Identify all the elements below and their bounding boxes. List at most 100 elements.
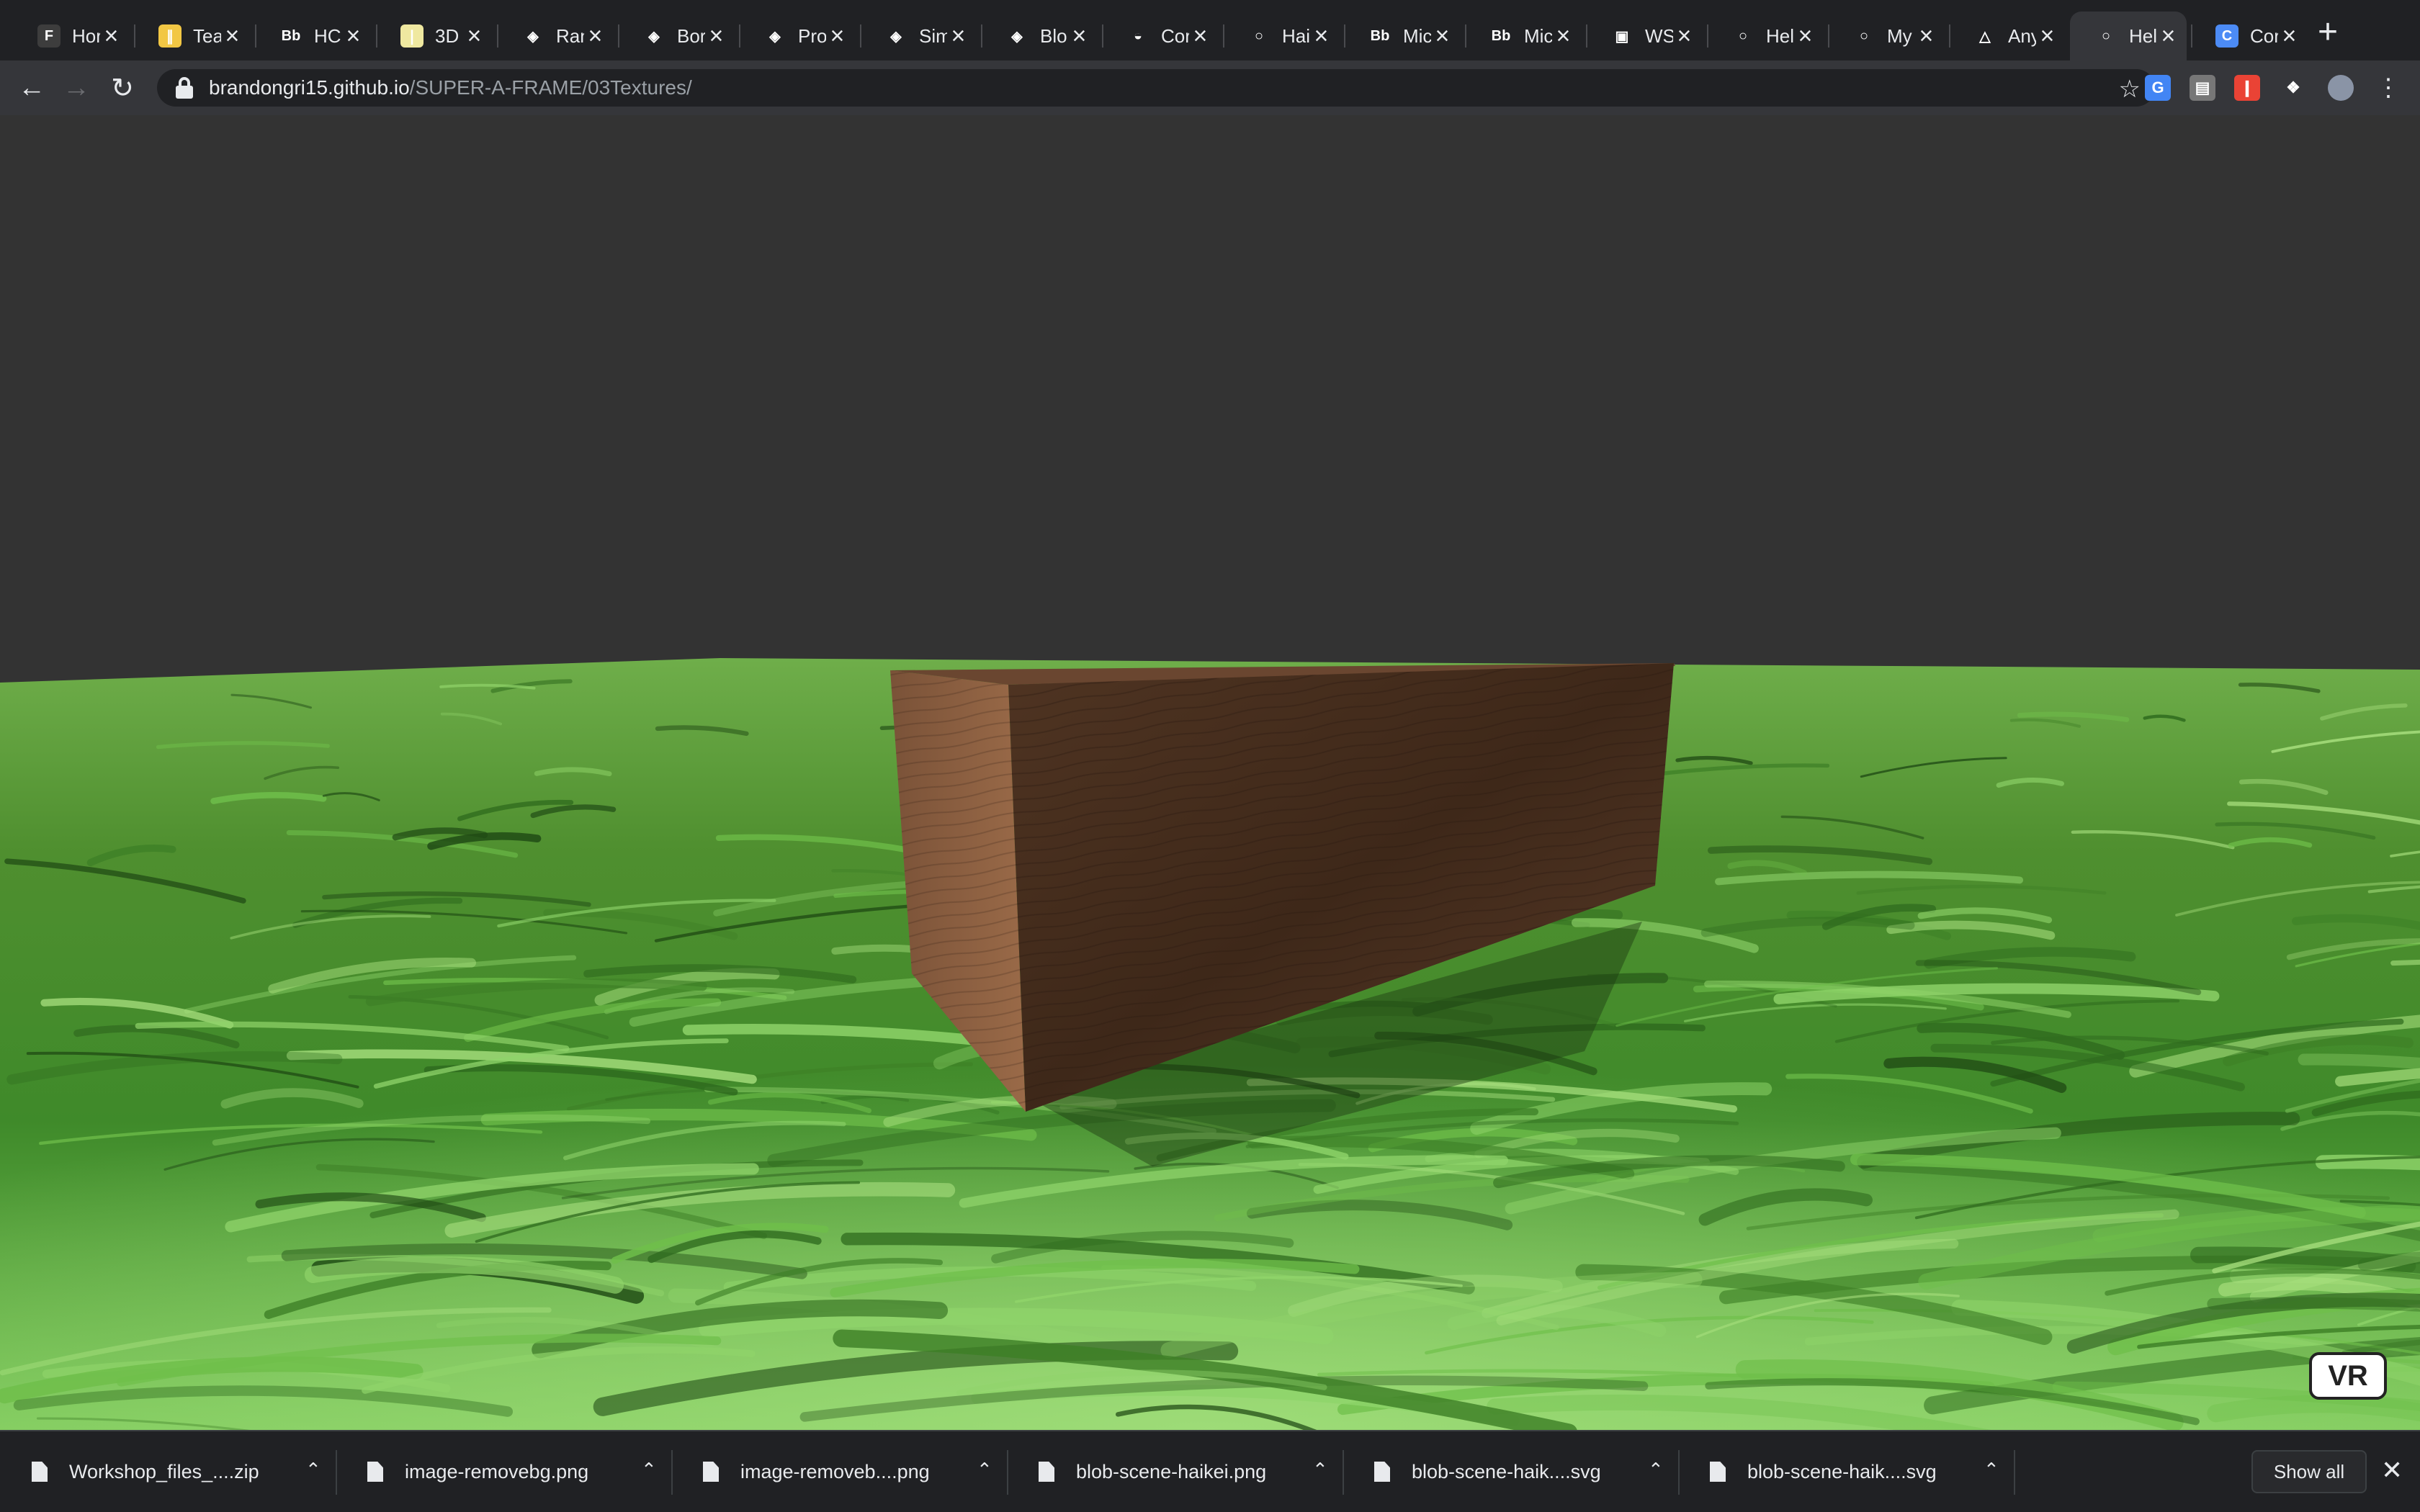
- tab-18[interactable]: C Cor ×: [2191, 12, 2308, 60]
- miro-icon: ∥: [158, 24, 182, 48]
- tab-13[interactable]: ▣ WS ×: [1586, 12, 1703, 60]
- download-filename: blob-scene-haikei.png: [1076, 1460, 1267, 1482]
- tab-close-icon[interactable]: ×: [1431, 24, 1453, 48]
- tab-16[interactable]: △ Any ×: [1949, 12, 2066, 60]
- tab-7[interactable]: ◈ Sim ×: [860, 12, 977, 60]
- tab-4[interactable]: ◈ Ran×: [497, 12, 614, 60]
- scene-canvas[interactable]: [0, 115, 2420, 1430]
- tab-close-icon[interactable]: ×: [342, 24, 364, 48]
- tab-title: Sim: [919, 24, 947, 47]
- tab-9[interactable]: ◒ Cor ×: [1102, 12, 1219, 60]
- vr-mode-button[interactable]: VR: [2309, 1352, 2387, 1400]
- file-icon: [1710, 1462, 1726, 1482]
- tab-title: Hor: [72, 24, 100, 47]
- tab-close-icon[interactable]: ×: [2278, 24, 2300, 48]
- tab-close-icon[interactable]: ×: [947, 24, 969, 48]
- tab-3[interactable]: ❘ 3D ×: [376, 12, 493, 60]
- tab-close-icon[interactable]: ×: [826, 24, 848, 48]
- tab-2[interactable]: Bb HCI×: [255, 12, 372, 60]
- tab-close-icon[interactable]: ×: [100, 24, 122, 48]
- url-host: brandongri15.github.io: [209, 76, 410, 99]
- url-text[interactable]: brandongri15.github.io/SUPER-A-FRAME/03T…: [209, 76, 692, 99]
- reload-icon[interactable]: ↻: [105, 71, 140, 105]
- c-icon: C: [2215, 24, 2238, 48]
- new-tab-button[interactable]: +: [2313, 13, 2342, 51]
- address-bar[interactable]: brandongri15.github.io/SUPER-A-FRAME/03T…: [157, 69, 2155, 107]
- tab-title: 3D: [435, 24, 460, 47]
- bars-extension-icon[interactable]: ❙: [2234, 75, 2260, 101]
- webflow-icon: ◈: [769, 28, 781, 45]
- tab-title: Tea: [193, 24, 221, 47]
- show-all-downloads-button[interactable]: Show all: [2251, 1450, 2367, 1493]
- tab-close-icon[interactable]: ×: [1189, 24, 1211, 48]
- download-filename: image-removeb....png: [740, 1460, 930, 1482]
- browser-menu-icon[interactable]: ⋮: [2371, 71, 2406, 105]
- tab-close-icon[interactable]: ×: [221, 24, 243, 48]
- blackboard-icon: Bb: [1491, 27, 1511, 44]
- tab-11[interactable]: Bb Mic ×: [1344, 12, 1461, 60]
- tab-close-icon[interactable]: ×: [1915, 24, 1937, 48]
- globe-icon: ○: [2101, 27, 2111, 44]
- tab-title: Blo: [1040, 24, 1067, 47]
- tab-12[interactable]: Bb Mic ×: [1465, 12, 1582, 60]
- tab-14[interactable]: ○ Hel ×: [1707, 12, 1824, 60]
- translate-extension-icon[interactable]: G: [2145, 75, 2171, 101]
- tab-close-icon[interactable]: ×: [463, 24, 485, 48]
- chevron-up-icon[interactable]: ⌃: [641, 1459, 657, 1481]
- tab-title: Cor: [1161, 24, 1189, 47]
- tab-close-icon[interactable]: ×: [2036, 24, 2058, 48]
- tab-1[interactable]: ∥ Tea ×: [134, 12, 251, 60]
- forward-icon[interactable]: →: [59, 71, 94, 105]
- tab-15[interactable]: ○ My ×: [1828, 12, 1945, 60]
- tab-close-icon[interactable]: ×: [1068, 24, 1090, 48]
- profile-avatar[interactable]: [2328, 75, 2354, 101]
- back-icon[interactable]: ←: [14, 71, 49, 105]
- pokeball-icon: ◒: [1133, 27, 1143, 44]
- tab-close-icon[interactable]: ×: [1794, 24, 1816, 48]
- chevron-up-icon[interactable]: ⌃: [1312, 1459, 1328, 1481]
- sky: [0, 115, 2420, 662]
- lock-icon[interactable]: [176, 77, 193, 99]
- blackboard-icon: Bb: [281, 27, 301, 44]
- tab-title: Mic: [1403, 24, 1431, 47]
- tab-close-icon[interactable]: ×: [1673, 24, 1695, 48]
- tab-0[interactable]: F Hor ×: [13, 12, 130, 60]
- tab-close-icon[interactable]: ×: [1310, 24, 1332, 48]
- download-item[interactable]: blob-scene-haik....svg ⌃: [1343, 1431, 1678, 1512]
- file-icon: [1374, 1462, 1390, 1482]
- tab-5[interactable]: ◈ Bor ×: [618, 12, 735, 60]
- download-item[interactable]: image-removebg.png ⌃: [336, 1431, 671, 1512]
- tab-10[interactable]: ○ Hai ×: [1223, 12, 1340, 60]
- tab-close-icon[interactable]: ×: [705, 24, 727, 48]
- aframe-scene-viewport[interactable]: VR: [0, 115, 2420, 1430]
- tab-title: Pro: [798, 24, 826, 47]
- download-item[interactable]: image-removeb....png ⌃: [671, 1431, 1007, 1512]
- chevron-up-icon[interactable]: ⌃: [305, 1459, 321, 1481]
- bookmark-star-icon[interactable]: ☆: [2119, 75, 2141, 104]
- file-icon: [1039, 1462, 1054, 1482]
- tab-title: Any: [2008, 24, 2036, 47]
- download-filename: blob-scene-haik....svg: [1412, 1460, 1601, 1482]
- webflow-icon: ◈: [890, 28, 902, 45]
- download-item[interactable]: blob-scene-haik....svg ⌃: [1678, 1431, 2014, 1512]
- tab-title: Bor: [677, 24, 705, 47]
- download-item[interactable]: Workshop_files_....zip ⌃: [0, 1431, 336, 1512]
- puzzle-extension-icon[interactable]: ❖: [2280, 75, 2306, 101]
- download-item[interactable]: blob-scene-haikei.png ⌃: [1007, 1431, 1343, 1512]
- tab-close-icon[interactable]: ×: [1552, 24, 1574, 48]
- tab-17[interactable]: ○ Hel ×: [2070, 12, 2187, 60]
- tab-close-icon[interactable]: ×: [2157, 24, 2179, 48]
- tab-strip: + FHor×∥Tea×BbHCI×❘3D×◈Ran×◈Bor×◈Pro×◈Si…: [0, 0, 2420, 60]
- chevron-up-icon[interactable]: ⌃: [1648, 1459, 1664, 1481]
- tab-title: HCI: [314, 24, 342, 47]
- tab-title: Cor: [2250, 24, 2278, 47]
- close-shelf-icon[interactable]: ✕: [2381, 1457, 2403, 1483]
- tab-8[interactable]: ◈ Blo ×: [981, 12, 1098, 60]
- chevron-up-icon[interactable]: ⌃: [977, 1459, 992, 1481]
- tab-close-icon[interactable]: ×: [584, 24, 606, 48]
- generic-extension-icon[interactable]: ▤: [2190, 75, 2215, 101]
- tab-title: Mic: [1524, 24, 1552, 47]
- file-icon: [367, 1462, 383, 1482]
- chevron-up-icon[interactable]: ⌃: [1984, 1459, 1999, 1481]
- tab-6[interactable]: ◈ Pro ×: [739, 12, 856, 60]
